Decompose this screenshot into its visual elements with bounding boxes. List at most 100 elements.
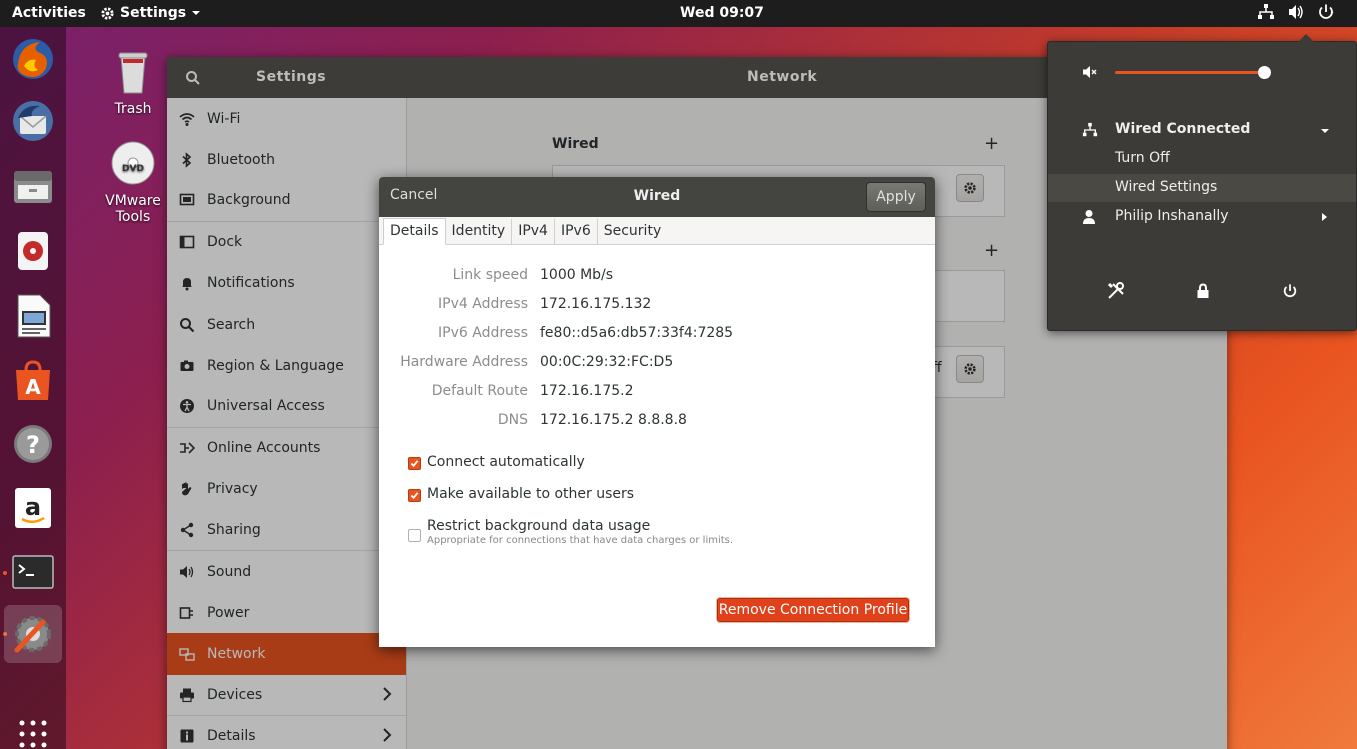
dock-rhythmbox[interactable]	[9, 227, 57, 275]
details-page: Link speed 1000 Mb/s IPv4 Address 172.16…	[379, 245, 935, 647]
power-icon	[1283, 284, 1297, 298]
power-icon	[1319, 4, 1334, 19]
volume-icon	[1289, 5, 1303, 19]
dock-terminal[interactable]	[9, 548, 57, 596]
app-menu-button[interactable]: Settings	[100, 5, 201, 21]
lock-button[interactable]	[1191, 279, 1215, 303]
panel-title: Network	[747, 69, 818, 85]
dock-software[interactable]: A	[9, 357, 57, 405]
wired-connected-label: Wired Connected	[1115, 121, 1251, 137]
checkmark-icon	[410, 492, 419, 500]
app-menu-label: Settings	[120, 5, 187, 21]
volume-slider-track[interactable]	[1115, 71, 1265, 74]
make-available-checkbox[interactable]	[408, 489, 421, 502]
svg-text:?: ?	[26, 431, 40, 459]
clock[interactable]: Wed 09:07	[680, 5, 764, 21]
detail-value: 1000 Mb/s	[540, 267, 614, 283]
tab-ipv6[interactable]: IPv6	[555, 219, 598, 244]
detail-value: 172.16.175.2	[540, 383, 634, 399]
detail-label: IPv6 Address	[438, 325, 528, 341]
wired-dialog: Cancel Wired Apply Details Identity IPv4…	[379, 177, 935, 647]
lock-icon	[1197, 283, 1209, 298]
wired-settings-item[interactable]: Wired Settings	[1048, 174, 1356, 202]
libreoffice-writer-icon	[17, 294, 51, 338]
cancel-button[interactable]: Cancel	[390, 187, 437, 203]
dock-thunderbird[interactable]	[9, 97, 57, 145]
settings-title: Settings	[256, 69, 327, 85]
system-tray[interactable]	[1257, 3, 1335, 21]
detail-row-default-route: Default Route 172.16.175.2	[379, 383, 935, 403]
dock-firefox[interactable]	[9, 35, 57, 83]
search-icon[interactable]	[185, 70, 201, 86]
wired-connected-item[interactable]: Wired Connected	[1048, 116, 1356, 144]
files-icon	[14, 171, 52, 203]
firefox-icon	[13, 39, 53, 79]
top-bar: Activities Settings Wed 09:07	[0, 0, 1357, 27]
dialog-title: Wired	[633, 188, 681, 204]
remove-connection-profile-button[interactable]: Remove Connection Profile	[717, 598, 909, 622]
settings-button[interactable]	[1104, 279, 1128, 303]
power-off-button[interactable]	[1278, 279, 1302, 303]
checkmark-icon	[410, 460, 419, 468]
activities-button[interactable]: Activities	[12, 5, 86, 21]
svg-text:A: A	[25, 375, 41, 399]
dock-help[interactable]: ?	[9, 420, 57, 468]
restrict-data-label: Restrict background data usage	[427, 518, 651, 534]
detail-value: 172.16.175.132	[540, 296, 652, 312]
detail-row-ipv6: IPv6 Address fe80::d5a6:db57:33f4:7285	[379, 325, 935, 345]
detail-row-link-speed: Link speed 1000 Mb/s	[379, 267, 935, 287]
dock-settings[interactable]	[4, 605, 62, 663]
grid-icon	[19, 720, 47, 748]
vmware-tools-label: VMware Tools	[105, 193, 161, 225]
network-wired-icon	[1258, 4, 1274, 19]
make-available-label: Make available to other users	[427, 486, 635, 502]
user-icon	[1083, 210, 1095, 224]
detail-label: IPv4 Address	[438, 296, 528, 312]
detail-row-dns: DNS 172.16.175.2 8.8.8.8	[379, 412, 935, 432]
dock-files[interactable]	[9, 162, 57, 210]
detail-label: Hardware Address	[400, 354, 528, 370]
tab-identity[interactable]: Identity	[446, 219, 513, 244]
wired-settings-label: Wired Settings	[1115, 179, 1218, 195]
apply-button[interactable]: Apply	[866, 182, 926, 212]
desktop-vmware-tools[interactable]: DVD VMware Tools	[93, 139, 173, 225]
terminal-icon	[12, 555, 54, 589]
tab-security[interactable]: Security	[598, 219, 668, 244]
detail-row-ipv4: IPv4 Address 172.16.175.132	[379, 296, 935, 316]
restrict-data-sublabel: Appropriate for connections that have da…	[427, 535, 734, 546]
software-store-icon: A	[16, 360, 50, 400]
chevron-right-icon	[1322, 213, 1327, 221]
turn-off-label: Turn Off	[1115, 150, 1170, 166]
detail-value: 00:0C:29:32:FC:D5	[540, 354, 674, 370]
dialog-tabs: Details Identity IPv4 IPv6 Security	[379, 217, 935, 245]
menu-arrow	[1298, 34, 1314, 42]
make-available-row[interactable]: Make available to other users	[408, 486, 634, 502]
desktop-trash[interactable]: Trash	[93, 47, 173, 117]
connect-automatically-row[interactable]: Connect automatically	[408, 454, 585, 470]
restrict-data-checkbox[interactable]	[408, 529, 421, 542]
settings-tools-icon	[14, 616, 51, 653]
restrict-data-row[interactable]: Restrict background data usage Appropria…	[408, 518, 733, 546]
volume-slider-handle[interactable]	[1258, 66, 1271, 79]
detail-value: fe80::d5a6:db57:33f4:7285	[540, 325, 734, 341]
dvd-icon: DVD	[111, 141, 155, 185]
detail-label: Link speed	[452, 267, 528, 283]
tools-icon	[1107, 282, 1124, 299]
show-apps-button[interactable]	[9, 710, 57, 749]
chevron-down-icon	[1321, 129, 1329, 133]
trash-label: Trash	[114, 101, 152, 117]
detail-row-hardware-address: Hardware Address 00:0C:29:32:FC:D5	[379, 354, 935, 374]
dock-amazon[interactable]: a	[9, 484, 57, 532]
tab-ipv4[interactable]: IPv4	[512, 219, 555, 244]
connect-automatically-checkbox[interactable]	[408, 457, 421, 470]
turn-off-item[interactable]: Turn Off	[1048, 145, 1356, 173]
dock-writer[interactable]	[9, 292, 57, 340]
help-icon: ?	[14, 425, 52, 463]
tab-details[interactable]: Details	[383, 218, 446, 245]
user-name: Philip Inshanally	[1115, 208, 1229, 224]
gear-icon	[101, 6, 114, 20]
system-menu: Wired Connected Turn Off Wired Settings …	[1047, 34, 1357, 331]
dock: A ? a	[0, 27, 66, 749]
rhythmbox-icon	[18, 232, 48, 270]
user-item[interactable]: Philip Inshanally	[1048, 203, 1356, 231]
